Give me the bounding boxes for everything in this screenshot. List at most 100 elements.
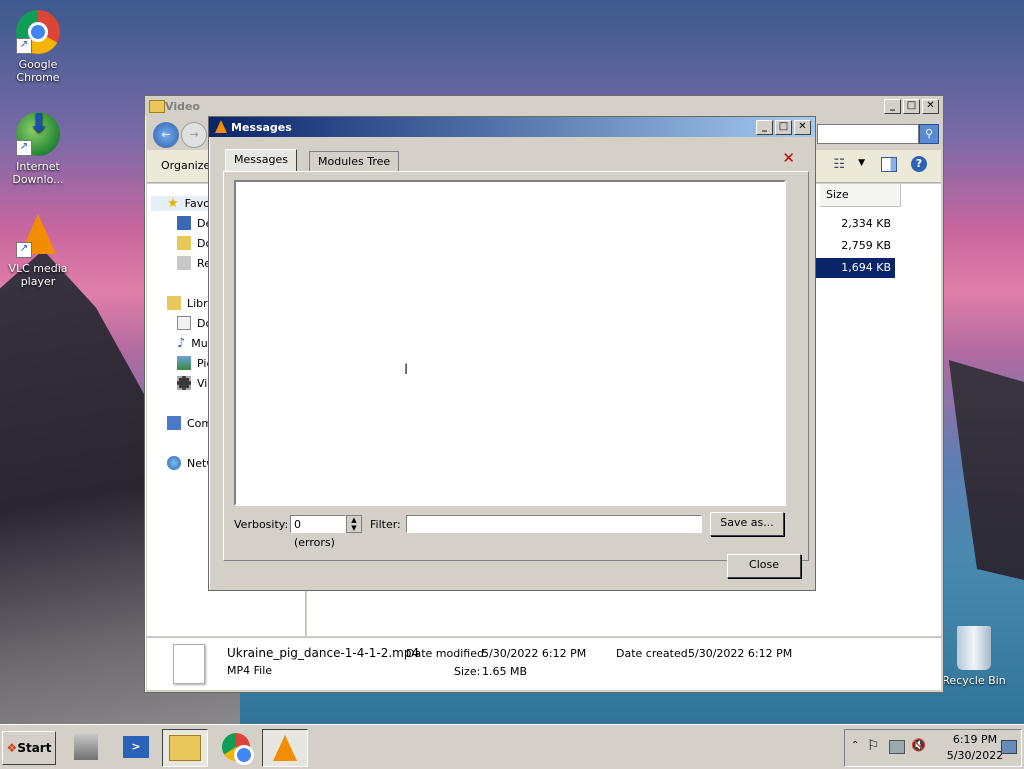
filter-input[interactable]	[406, 515, 702, 533]
nav-item-desktop[interactable]: De	[177, 216, 212, 230]
vlc-icon	[215, 120, 227, 133]
verbosity-spinbox[interactable]: 0 (errors)	[290, 515, 346, 549]
verbosity-stepper[interactable]: ▲ ▼	[346, 515, 362, 533]
network-tray-icon[interactable]	[889, 740, 905, 754]
details-size-label: Size:	[454, 665, 481, 678]
nav-item-downloads[interactable]: Do	[177, 236, 212, 250]
desktop-icon-label: VLC media player	[8, 262, 68, 288]
server-manager-icon	[74, 734, 98, 760]
star-icon: ★	[167, 196, 179, 211]
desktop-background-cliff	[948, 360, 1024, 580]
library-icon	[167, 296, 181, 310]
powershell-icon: >	[123, 736, 149, 758]
forward-icon[interactable]: →	[181, 122, 207, 148]
details-date-modified-label: Date modified:	[406, 647, 488, 660]
details-filename: Ukraine_pig_dance-1-4-1-2.mp4	[227, 646, 420, 660]
desktop-icon-label: Recycle Bin	[942, 674, 1006, 687]
filter-label: Filter:	[370, 518, 401, 531]
downloads-icon	[177, 236, 191, 250]
explorer-title: Video	[165, 99, 200, 113]
clock-date[interactable]: 5/30/2022	[941, 749, 1009, 762]
desktop-icon-chrome[interactable]: ↗ Google Chrome	[0, 10, 76, 84]
close-button[interactable]: ✕	[922, 99, 939, 114]
desktop-icon	[177, 216, 191, 230]
size-cell-selected[interactable]: 1,694 KB	[811, 258, 895, 278]
chrome-icon	[222, 733, 254, 765]
taskbar-chrome[interactable]	[214, 729, 258, 765]
close-button[interactable]: ✕	[794, 120, 811, 135]
taskbar-powershell[interactable]: >	[114, 729, 158, 765]
internet-download-manager-icon: ↗	[16, 112, 60, 156]
messages-tabpanel: I Verbosity: 0 (errors) ▲ ▼ Filter: Save …	[223, 171, 809, 561]
videos-icon	[177, 376, 191, 390]
taskbar-server-manager[interactable]	[64, 729, 108, 765]
details-pane: Ukraine_pig_dance-1-4-1-2.mp4 MP4 File D…	[147, 637, 941, 690]
organize-button[interactable]: Organize	[161, 159, 210, 172]
column-header-size[interactable]: Size	[820, 184, 901, 207]
details-filetype: MP4 File	[227, 664, 273, 677]
close-dialog-button[interactable]: Close	[727, 554, 801, 578]
search-input[interactable]	[817, 124, 919, 144]
tab-messages[interactable]: Messages	[225, 149, 297, 172]
clock-time[interactable]: 6:19 PM	[945, 733, 1005, 746]
size-cell[interactable]: 2,759 KB	[811, 236, 895, 256]
text-cursor-icon: I	[404, 362, 409, 378]
details-date-created-label: Date created:	[616, 647, 692, 660]
taskbar-explorer[interactable]	[162, 729, 208, 767]
back-icon[interactable]: ←	[153, 122, 179, 148]
messages-titlebar[interactable]: Messages _ □ ✕	[209, 117, 815, 137]
explorer-titlebar[interactable]: Video _ □ ✕	[145, 96, 943, 116]
chevron-up-icon[interactable]: ⌃	[851, 740, 859, 751]
details-size: 1.65 MB	[482, 665, 528, 678]
chrome-icon: ↗	[16, 10, 60, 54]
desktop-icon-label: Internet Downlo...	[12, 160, 64, 186]
recycle-bin-icon	[957, 626, 991, 670]
details-date-modified: 5/30/2022 6:12 PM	[482, 647, 587, 660]
details-date-created: 5/30/2022 6:12 PM	[688, 647, 793, 660]
minimize-button[interactable]: _	[756, 120, 773, 135]
tab-modules-tree[interactable]: Modules Tree	[309, 151, 400, 172]
start-button[interactable]: ❖Start	[2, 731, 56, 765]
taskbar: ❖Start > ⌃ ⚐ 🔇 6:19 PM 5/30/2022	[0, 724, 1024, 769]
windows-logo-icon: ❖	[6, 741, 18, 755]
show-desktop-icon[interactable]	[1001, 740, 1017, 754]
computer-icon	[167, 416, 181, 430]
view-options-icon[interactable]: ☷	[833, 157, 845, 172]
folder-icon	[169, 735, 201, 761]
network-icon	[167, 456, 181, 470]
volume-muted-icon[interactable]: 🔇	[911, 738, 926, 752]
verbosity-label: Verbosity:	[234, 518, 289, 531]
nav-item-computer[interactable]: Com	[167, 416, 212, 430]
messages-log[interactable]	[234, 180, 786, 506]
vlc-icon	[273, 735, 297, 761]
system-tray: ⌃ ⚐ 🔇 6:19 PM 5/30/2022	[844, 729, 1022, 767]
maximize-button[interactable]: □	[903, 99, 920, 114]
folder-icon	[149, 100, 165, 113]
messages-title: Messages	[231, 120, 292, 134]
file-icon	[173, 644, 205, 684]
help-icon[interactable]: ?	[911, 156, 927, 172]
minimize-button[interactable]: _	[884, 99, 901, 114]
nav-item-music[interactable]: ♪ Mu	[177, 336, 208, 351]
desktop-icon-label: Google Chrome	[16, 58, 60, 84]
chevron-down-icon[interactable]: ▼	[858, 158, 865, 168]
music-icon: ♪	[177, 336, 186, 351]
preview-pane-icon[interactable]	[881, 157, 897, 172]
clear-close-icon[interactable]: ✕	[782, 149, 795, 167]
desktop-icon-vlc[interactable]: ↗ VLC media player	[0, 214, 76, 288]
desktop-icon-idm[interactable]: ↗ Internet Downlo...	[0, 112, 76, 186]
desktop-icon-recycle-bin[interactable]: Recycle Bin	[936, 626, 1012, 687]
messages-dialog[interactable]: Messages _ □ ✕ Modules Tree Messages ✕ I…	[208, 116, 816, 591]
flag-icon[interactable]: ⚐	[867, 738, 880, 754]
save-as-button[interactable]: Save as...	[710, 512, 784, 536]
tab-bar: Modules Tree Messages	[225, 149, 425, 172]
nav-item-documents[interactable]: Do	[177, 316, 212, 330]
taskbar-vlc[interactable]	[262, 729, 308, 767]
recent-icon	[177, 256, 191, 270]
maximize-button[interactable]: □	[775, 120, 792, 135]
search-icon[interactable]: ⚲	[919, 124, 939, 144]
size-cell[interactable]: 2,334 KB	[811, 214, 895, 234]
document-icon	[177, 316, 191, 330]
nav-item-recent[interactable]: Re	[177, 256, 211, 270]
vlc-icon: ↗	[16, 214, 60, 258]
